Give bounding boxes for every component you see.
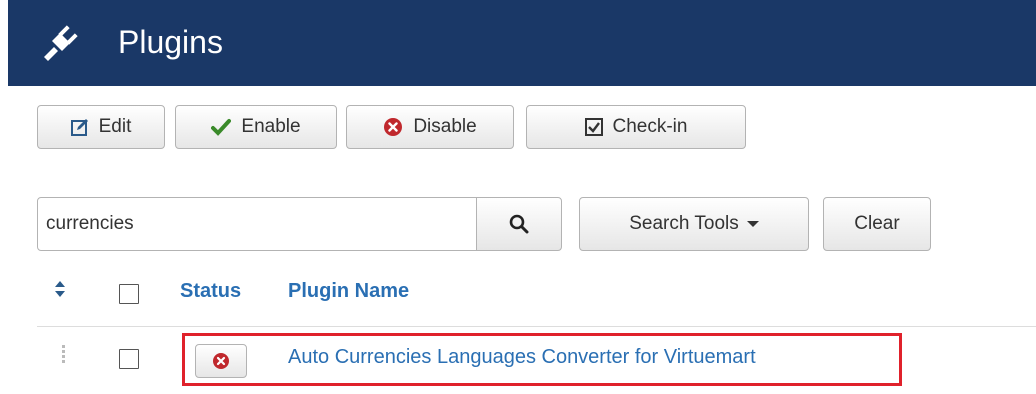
checkin-button[interactable]: Check-in	[526, 105, 746, 149]
search-icon	[509, 214, 529, 234]
edit-icon	[70, 119, 88, 136]
status-toggle-button[interactable]	[195, 344, 247, 378]
enable-button[interactable]: Enable	[175, 105, 337, 149]
checkin-button-label: Check-in	[612, 116, 688, 137]
page-title: Plugins	[118, 24, 223, 60]
x-circle-icon	[213, 353, 229, 369]
disable-button[interactable]: Disable	[346, 105, 514, 149]
search-input[interactable]	[37, 197, 477, 251]
column-header-plugin-name[interactable]: Plugin Name	[288, 280, 409, 303]
table-row: Auto Currencies Languages Converter for …	[0, 327, 1036, 394]
column-header-status[interactable]: Status	[180, 280, 241, 303]
edit-button[interactable]: Edit	[37, 105, 165, 149]
chevron-down-icon	[746, 221, 759, 227]
search-tools-label: Search Tools	[629, 213, 739, 234]
select-all-checkbox[interactable]	[119, 284, 139, 304]
edit-button-label: Edit	[98, 116, 132, 137]
disable-button-label: Disable	[413, 116, 477, 137]
clear-button[interactable]: Clear	[823, 197, 931, 251]
checkmark-icon	[211, 119, 232, 136]
search-button[interactable]	[476, 197, 562, 251]
search-tools-button[interactable]: Search Tools	[579, 197, 809, 251]
table-header: Status Plugin Name	[0, 272, 1036, 322]
enable-button-label: Enable	[241, 116, 301, 137]
checkbox-icon	[584, 118, 603, 136]
x-circle-icon	[384, 118, 403, 136]
sort-icon[interactable]	[54, 280, 66, 298]
drag-handle-icon[interactable]	[62, 345, 68, 365]
row-checkbox[interactable]	[119, 349, 139, 369]
plugin-name-link[interactable]: Auto Currencies Languages Converter for …	[288, 346, 756, 369]
plug-icon	[44, 25, 78, 61]
page-header: Plugins	[8, 0, 1036, 86]
clear-button-label: Clear	[854, 213, 900, 234]
